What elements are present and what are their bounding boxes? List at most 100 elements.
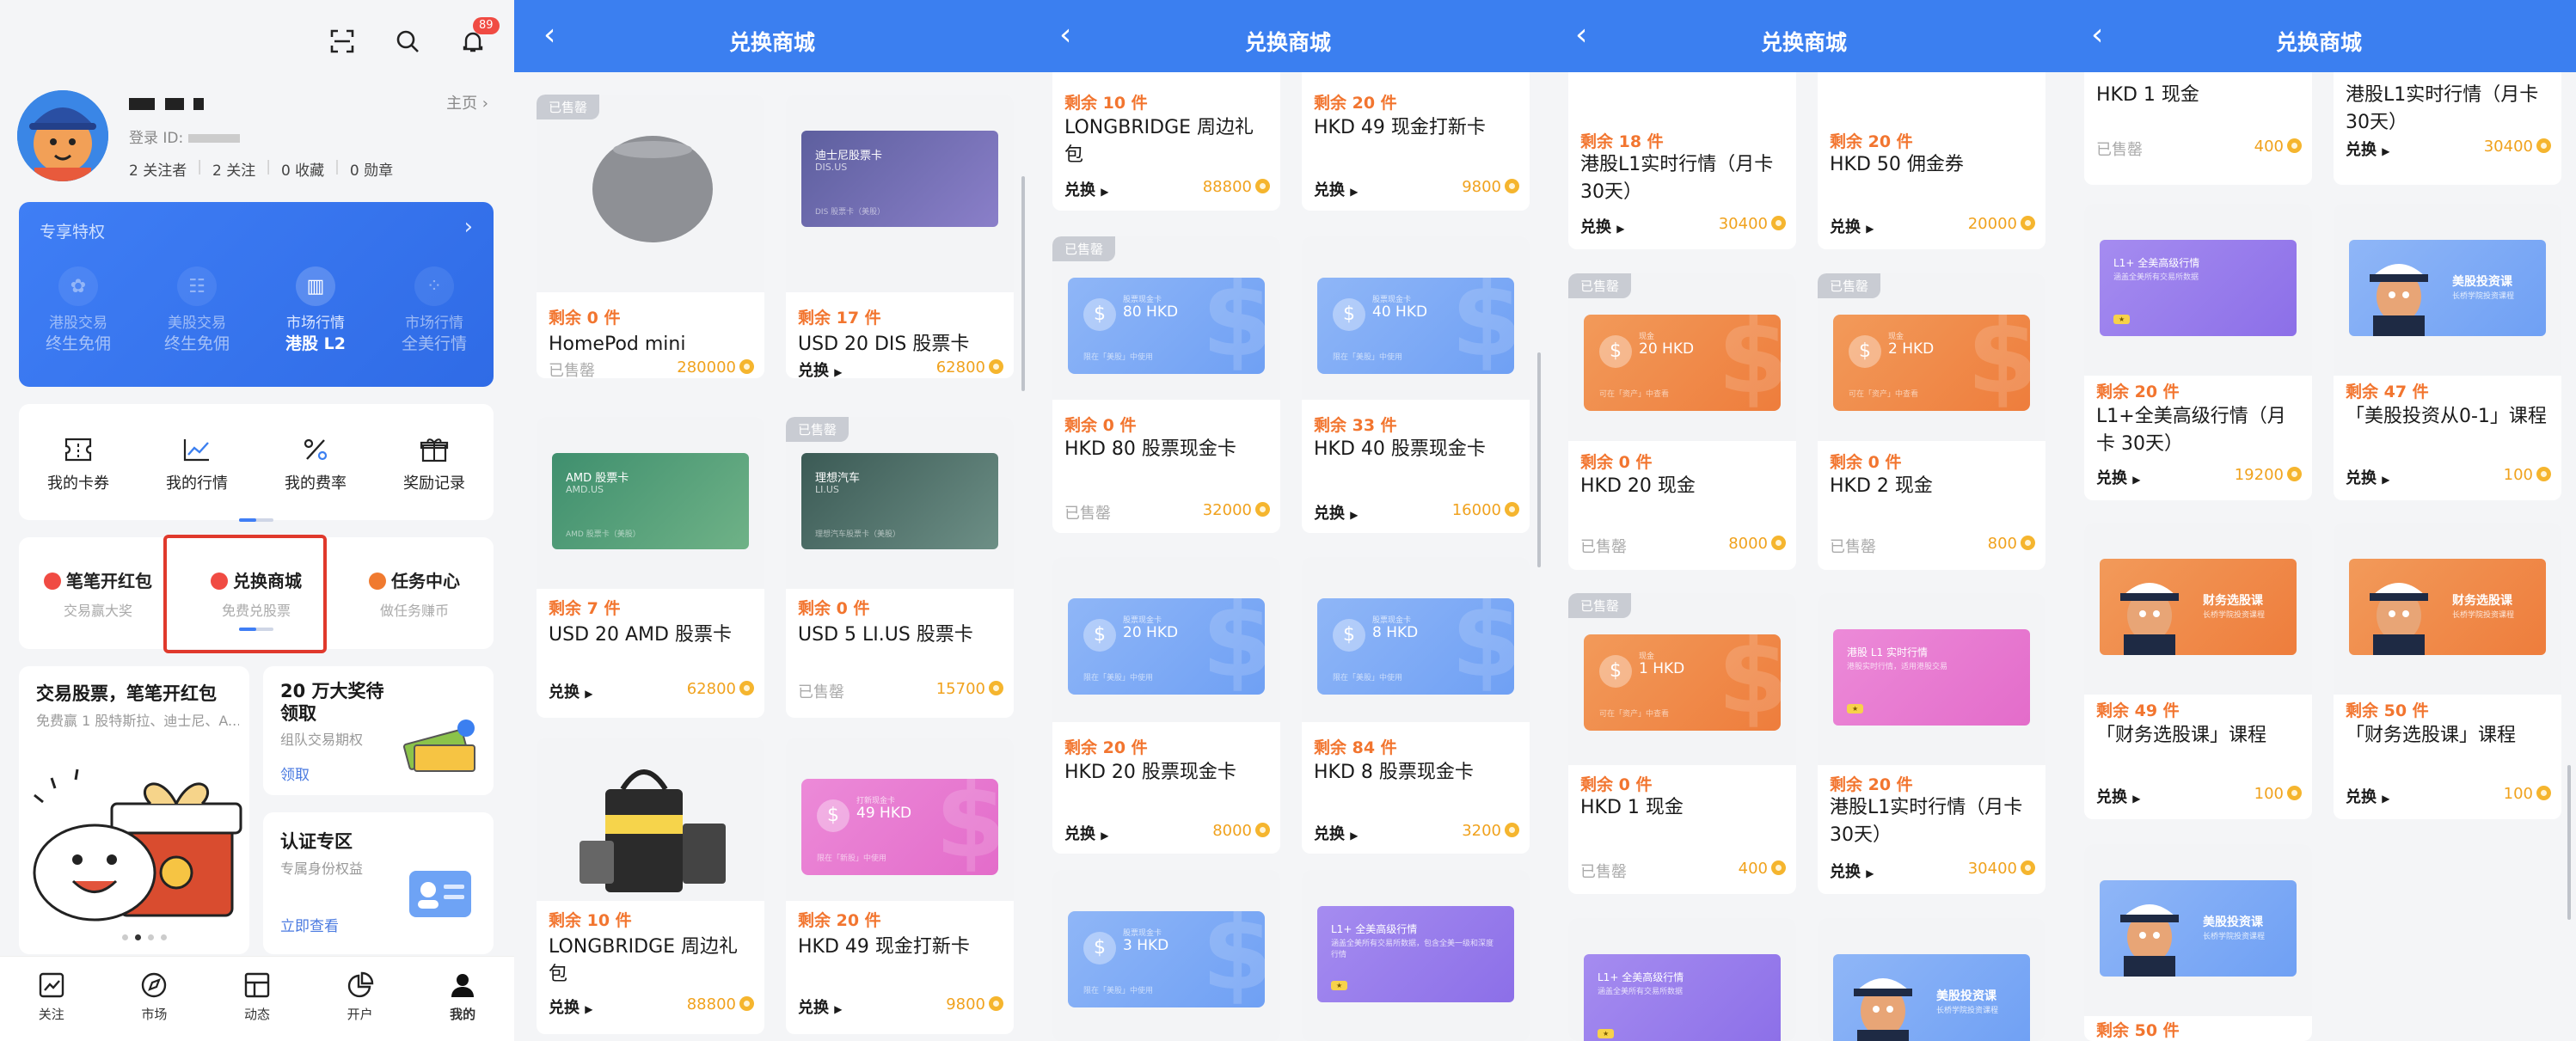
coin-icon [739,681,754,695]
tab-market[interactable]: 市场 [103,957,206,1041]
entry-task-center[interactable]: 任务中心 做任务赚币 [335,567,494,620]
mall-item-card[interactable]: $ $ 股票现金卡 40 HKD 限在「美股」中使用 剩余 33 件 HKD 40 股票现金… [1302,236,1530,533]
captain-mascot-icon [2370,583,2428,655]
voucher-card-image: $ $ 现金 1 HKD 可在「资产」中查看 [1584,634,1781,731]
scrollbar[interactable] [1537,352,1541,567]
redeem-button[interactable]: 兑换 ▶ [2346,466,2390,488]
mall-item-card[interactable]: 理想汽车 LI.US 理想汽车股票卡（美股） 已售罄 剩余 0 件 USD 5 LI.US… [786,417,1014,718]
mall-item-card[interactable]: $ $ 股票现金卡 80 HKD 限在「美股」中使用 已售罄 剩余 0 件 HKD 80 股票… [1052,236,1280,533]
mall-item-card[interactable]: 美股投资课 长桥学院投资课程 剩余 50 件 [2084,844,2312,1041]
promo-verification[interactable]: 认证专区 专属身份权益 立即查看 [263,812,494,954]
captain-mascot-icon [2120,583,2179,655]
tab-open-account[interactable]: 开户 [309,957,412,1041]
stat-favorites[interactable]: 0 收藏 [271,158,334,180]
mall-item-card[interactable]: 港股 L1 实时行情 港股实时行情，适用港股交易 ★ 剩余 20 件港股L1实时行情（… [1818,593,2045,894]
mall-item-card[interactable]: L1+ 全美高级行情 涵盖全美所有交易所数据，包含全美一级和深度行情 ★ [1302,870,1530,1041]
sold-out-label: 已售罄 [1580,538,1627,556]
promo-subtitle: 免费赢 1 股特斯拉、迪士尼、A... [36,713,239,729]
points-price: 280000 [677,358,754,377]
mall-item-card[interactable]: 财务选股课 长桥学院投资课程 剩余 50 件「财务选股课」课程 兑换 ▶ 100 [2334,523,2561,819]
mall-item-card[interactable]: $ $ 股票现金卡 8 HKD 限在「美股」中使用 剩余 84 件 HKD 8 股票现金卡兑… [1302,557,1530,854]
view-now-link[interactable]: 立即查看 [280,914,339,935]
redeem-button[interactable]: 兑换 ▶ [798,358,843,378]
homepage-link[interactable]: 主页 › [446,91,488,113]
sold-out-tag: 已售罄 [1568,273,1632,298]
tab-feed[interactable]: 动态 [205,957,309,1041]
points-price: 15700 [936,680,1003,698]
redeem-button[interactable]: 兑换 ▶ [549,995,593,1018]
stat-medals[interactable]: 0 勋章 [340,158,403,180]
user-icon [446,969,479,1001]
item-name: 「财务选股课」课程 [2346,725,2517,746]
claim-link[interactable]: 领取 [280,762,310,784]
tab-watchlist[interactable]: 关注 [0,957,103,1041]
redeem-button[interactable]: 兑换 ▶ [549,680,593,702]
vip-item[interactable]: ✿ 港股交易 终生免佣 [19,266,138,354]
promo-grand-prize[interactable]: 20 万大奖待领取 组队交易期权 领取 [263,666,494,795]
homepod-image [592,136,713,242]
mall-item-card[interactable]: L1+ 全美高级行情 涵盖全美所有交易所数据 ★ 剩余 20 件 L1+全美高级行情（月… [2084,204,2312,500]
redeem-button[interactable]: 兑换 ▶ [1314,501,1359,524]
bell-icon[interactable]: 89 [457,17,500,57]
quick-actions: 我的卡券 我的行情 我的费率 奖励记录 [19,404,494,522]
dollar-watermark-icon: $ [1201,598,1266,695]
profile-panel: 89 登录 ID: 主页 › 2 关注者 | 2 关注 | 0 收藏 | 0 勋章 专… [0,0,514,1041]
scrollbar[interactable] [2567,765,2571,920]
mall-item-card[interactable]: $ $ 现金 1 HKD 可在「资产」中查看 已售罄 剩余 0 件 HKD 1 现金 已售罄 40… [1568,593,1796,894]
redeem-button[interactable]: 兑换 ▶ [2346,138,2390,160]
points-price: 100 [2254,785,2302,803]
redeem-button[interactable]: 兑换 ▶ [2096,785,2141,807]
redeem-button[interactable]: 兑换 ▶ [1580,215,1625,237]
vip-privileges-card[interactable]: 专享特权 › ✿ 港股交易 终生免佣 ☷ 美股交易 终生免佣 ▥ 市场行情 港股 L2 ⁘ 市场行情… [19,202,494,387]
redeem-button[interactable]: 兑换 ▶ [1830,215,1874,237]
item-image-area: 财务选股课 长桥学院投资课程 [2334,523,2561,695]
mall-item-card[interactable]: 剩余 10 件 LONGBRIDGE 周边礼包 兑换 ▶ 88800 [537,738,764,1034]
mall-item-card[interactable]: $ $ 现金 2 HKD 可在「资产」中查看 已售罄 剩余 0 件 HKD 2 现金 已售罄 80… [1818,273,2045,570]
redeem-button[interactable]: 兑换 ▶ [1314,178,1359,200]
vip-item-category: 美股交易 [168,315,226,332]
mall-item-card[interactable]: AMD 股票卡 AMD.US AMD 股票卡（美股） 剩余 7 件 USD 20 AMD… [537,417,764,718]
quick-my-fees[interactable]: 我的费率 [256,432,375,493]
quick-my-coupons[interactable]: 我的卡券 [19,432,138,493]
mall-item-card[interactable]: 剩余 20 件 HKD 50 佣金券 兑换 ▶ 20000 [1818,43,2045,249]
tab-me[interactable]: 我的 [411,957,514,1041]
stat-followers[interactable]: 2 关注者 [129,158,197,180]
avatar[interactable] [17,90,108,181]
mall-item-card[interactable]: $ $ 股票现金卡 20 HKD 限在「美股」中使用 剩余 20 件 HKD 20 股票现金… [1052,557,1280,854]
mall-nav-bar: ‹ 兑换商城 [514,0,1030,72]
redeem-button[interactable]: 兑换 ▶ [2096,466,2141,488]
quick-my-quotes[interactable]: 我的行情 [138,432,256,493]
vip-item[interactable]: ☷ 美股交易 终生免佣 [138,266,256,354]
item-image-area: $ $ 股票现金卡 20 HKD 限在「美股」中使用 [1052,557,1280,722]
quote-card-title: L1+ 全美高级行情 [2113,257,2200,269]
scrollbar[interactable] [1021,176,1025,391]
redeem-button[interactable]: 兑换 ▶ [798,995,843,1018]
mall-item-card[interactable]: $ $ 股票现金卡 3 HKD 限在「美股」中使用 [1052,870,1280,1041]
vip-item[interactable]: ▥ 市场行情 港股 L2 [256,266,375,354]
redeem-button[interactable]: 兑换 ▶ [1064,822,1109,844]
scan-icon[interactable] [327,26,358,57]
entry-red-packet[interactable]: 笔笔开红包 交易赢大奖 [19,567,177,620]
search-icon[interactable] [392,26,423,57]
vip-item[interactable]: ⁘ 市场行情 全美行情 [375,266,494,354]
mall-item-card[interactable]: L1+ 全美高级行情 涵盖全美所有交易所数据 ★ [1568,918,1796,1041]
mall-item-card[interactable]: $ $ 打新现金卡 49 HKD 限在「新股」中使用 剩余 20 件 HKD 49 现金打新… [786,738,1014,1034]
mall-item-card[interactable]: 财务选股课 长桥学院投资课程 剩余 49 件「财务选股课」课程 兑换 ▶ 100 [2084,523,2312,819]
redeem-button[interactable]: 兑换 ▶ [1314,822,1359,844]
mall-item-card[interactable]: 剩余 18 件港股L1实时行情（月卡 30天） 兑换 ▶ 30400 [1568,43,1796,249]
redeem-button[interactable]: 兑换 ▶ [1830,860,1874,882]
mall-item-card[interactable]: 已售罄 剩余 0 件 HomePod mini 已售罄 280000 [537,95,764,378]
mall-item-card[interactable]: 美股投资课 长桥学院投资课程 [1818,918,2045,1041]
vip-item-benefit: 终生免佣 [45,334,111,353]
quick-reward-history[interactable]: 奖励记录 [375,432,494,493]
chevron-right-icon[interactable]: › [464,214,473,240]
mall-item-card[interactable]: $ $ 现金 20 HKD 可在「资产」中查看 已售罄 剩余 0 件 HKD 20 现金 已售罄… [1568,273,1796,570]
redeem-button[interactable]: 兑换 ▶ [2346,785,2390,807]
voucher-card-image: $ $ 股票现金卡 80 HKD 限在「美股」中使用 [1068,278,1265,374]
mall-item-card[interactable]: 美股投资课 长桥学院投资课程 剩余 47 件「美股投资从0-1」课程 兑换 ▶ 100 [2334,204,2561,500]
mall-item-card[interactable]: 迪士尼股票卡 DIS.US DIS 股票卡（美股） 剩余 17 件 USD 20 DIS… [786,95,1014,378]
coin-icon [2021,860,2035,875]
stat-following[interactable]: 2 关注 [202,158,266,180]
redeem-button[interactable]: 兑换 ▶ [1064,178,1109,200]
promo-red-packet[interactable]: 交易股票，笔笔开红包 免费赢 1 股特斯拉、迪士尼、A... [19,666,249,954]
